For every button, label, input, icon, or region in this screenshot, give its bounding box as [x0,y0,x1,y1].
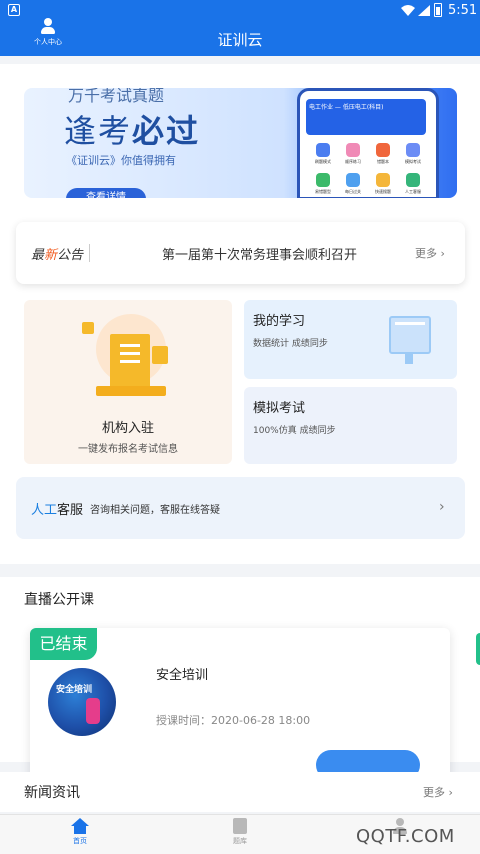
tab-question-bank[interactable]: 题库 [210,818,270,846]
wifi-icon [401,5,415,16]
phone-app: 顺序练习 [338,141,368,171]
live-course-section: 直播公开课 已结束 安全培训 安全培训 授课时间：2020-06-28 18:0… [0,577,480,788]
banner-tagline: 《证训云》你值得拥有 [66,154,176,167]
institution-subtitle: 一键发布报名考试信息 [78,444,178,455]
institution-join-card[interactable]: 机构入驻 一键发布报名考试信息 [24,300,232,464]
watermark: QQTF.COM [356,826,455,847]
announcement-more-link[interactable]: 更多 › [415,245,445,261]
phone-app: 模拟考试 [398,141,428,171]
institution-illustration [82,314,176,400]
section-title: 新闻资讯 [24,785,80,801]
checkbox-icon [82,322,94,334]
promo-banner[interactable]: 万千考试真题 逢考必过 《证训云》你值得拥有 查看详情 电工作业 — 低压电工(… [24,88,457,198]
phone-app: 易错题型 [308,171,338,198]
divider [89,244,90,262]
battery-icon [434,3,442,17]
announcement-headline[interactable]: 第一届第十次常务理事会顺利召开 [162,244,357,263]
phone-app: 每日过关 [338,171,368,198]
banner-phone-illustration: 电工作业 — 低压电工(科目) 刷题模式 顺序练习 错题本 模拟考试 易错题型 … [297,88,439,198]
phone-app: 错题本 [368,141,398,171]
phone-app-grid: 刷题模式 顺序练习 错题本 模拟考试 易错题型 每日过关 快速搜题 人工客服 [308,141,428,198]
customer-service-bar[interactable]: 人工客服 咨询相关问题，客服在线答疑 › [16,477,465,539]
whiteboard-icon [385,312,435,366]
phone-app: 快速搜题 [368,171,398,198]
customer-service-desc: 咨询相关问题，客服在线答疑 [90,505,220,516]
announcement-tag: 最新公告 [31,248,84,263]
tab-home[interactable]: 首页 [50,818,110,846]
banner-top-line: 万千考试真题 [68,88,165,105]
course-thumbnail: 安全培训 [48,668,116,736]
notification-icon: A [8,4,20,16]
mock-exam-title: 模拟考试 [253,401,306,416]
page-title: 证训云 [217,31,263,49]
course-time: 授课时间：2020-06-28 18:00 [156,714,311,727]
next-course-card-peek[interactable] [476,633,480,665]
chevron-right-icon: › [437,247,445,260]
mock-exam-subtitle: 100%仿真 成绩同步 [253,426,336,436]
chevron-right-icon: › [445,786,453,799]
my-study-subtitle: 数据统计 成绩同步 [253,339,328,349]
live-course-card[interactable]: 已结束 安全培训 安全培训 授课时间：2020-06-28 18:00 [30,628,450,788]
banner-slogan: 逢考必过 [64,112,201,150]
clock: 5:51 [448,3,478,18]
app-header: 个人中心 证训云 [0,18,480,56]
phone-app: 刷题模式 [308,141,338,171]
my-study-card[interactable]: 我的学习 数据统计 成绩同步 [244,300,457,379]
document-icon [110,334,150,390]
signal-icon [418,5,430,16]
chevron-right-icon: › [439,499,445,515]
course-name: 安全培训 [156,668,209,683]
book-icon [233,818,247,834]
customer-service-title: 人工客服 [31,503,84,518]
banner-detail-button[interactable]: 查看详情 [66,188,146,198]
badge-icon [152,346,168,364]
section-title: 直播公开课 [24,592,94,608]
status-bar: A 5:51 [0,0,480,22]
news-section: 新闻资讯 更多 › [0,772,480,812]
phone-app: 人工客服 [398,171,428,198]
mock-exam-card[interactable]: 模拟考试 100%仿真 成绩同步 [244,387,457,464]
my-study-title: 我的学习 [253,314,306,329]
phone-header: 电工作业 — 低压电工(科目) [306,99,426,135]
status-badge: 已结束 [30,628,97,660]
announcement-bar[interactable]: 最新公告 第一届第十次常务理事会顺利召开 更多 › [16,222,465,284]
institution-title: 机构入驻 [101,421,154,436]
news-more-link[interactable]: 更多 › [423,784,453,800]
home-icon [71,818,89,834]
